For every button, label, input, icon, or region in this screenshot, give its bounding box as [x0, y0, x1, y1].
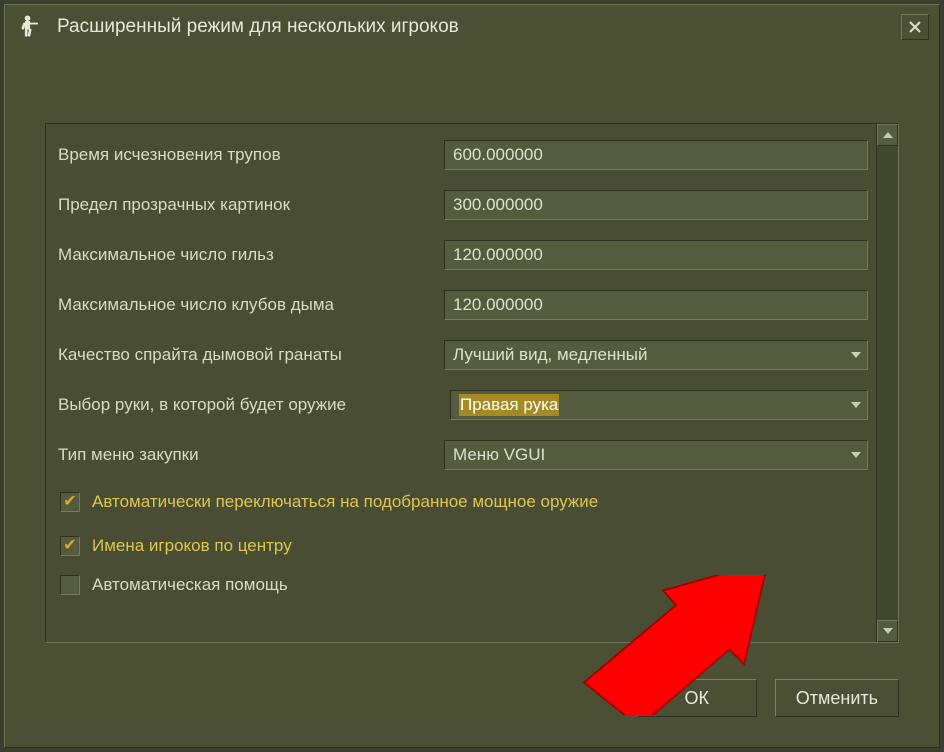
max-shells-input[interactable]	[444, 240, 868, 270]
check-icon: ✔	[63, 538, 76, 554]
scroll-down-button[interactable]	[877, 620, 898, 642]
select-value: Правая рука	[459, 394, 559, 416]
select-value: Лучший вид, медленный	[453, 345, 648, 365]
ok-button[interactable]: ОК	[637, 679, 757, 717]
chevron-down-icon	[851, 352, 861, 358]
setting-row: Максимальное число клубов дыма	[58, 280, 868, 330]
auto-help-checkbox[interactable]: ✔	[60, 575, 80, 595]
checkbox-label[interactable]: Автоматическая помощь	[92, 575, 288, 595]
auto-switch-weapon-checkbox[interactable]: ✔	[60, 492, 80, 512]
scrollbar[interactable]	[876, 124, 898, 642]
chevron-up-icon	[883, 132, 893, 138]
dialog-window: Расширенный режим для нескольких игроков…	[4, 4, 940, 748]
checkbox-row: ✔ Автоматическая помощь	[58, 568, 868, 602]
setting-row: Предел прозрачных картинок	[58, 180, 868, 230]
setting-label: Тип меню закупки	[58, 445, 434, 465]
chevron-down-icon	[851, 452, 861, 458]
setting-row: Время исчезновения трупов	[58, 130, 868, 180]
title-bar: Расширенный режим для нескольких игроков	[5, 5, 939, 45]
window-title: Расширенный режим для нескольких игроков	[57, 16, 901, 38]
setting-label: Предел прозрачных картинок	[58, 195, 434, 215]
setting-label: Максимальное число гильз	[58, 245, 434, 265]
settings-list: Время исчезновения трупов Предел прозрач…	[46, 124, 876, 642]
scroll-track[interactable]	[877, 146, 898, 620]
weapon-hand-select[interactable]: Правая рука	[450, 390, 868, 420]
checkbox-row: ✔ Имена игроков по центру	[58, 524, 868, 568]
setting-row: Максимальное число гильз	[58, 230, 868, 280]
buy-menu-type-select[interactable]: Меню VGUI	[444, 440, 868, 470]
setting-label: Время исчезновения трупов	[58, 145, 434, 165]
setting-row: Тип меню закупки Меню VGUI	[58, 430, 868, 480]
close-button[interactable]	[901, 14, 929, 40]
max-smoke-puffs-input[interactable]	[444, 290, 868, 320]
center-player-names-checkbox[interactable]: ✔	[60, 536, 80, 556]
close-icon	[908, 20, 922, 34]
setting-label: Качество спрайта дымовой гранаты	[58, 345, 434, 365]
check-icon: ✔	[63, 494, 76, 510]
app-icon	[15, 11, 47, 43]
setting-row: Выбор руки, в которой будет оружие Права…	[58, 380, 868, 430]
setting-row: Качество спрайта дымовой гранаты Лучший …	[58, 330, 868, 380]
setting-label: Максимальное число клубов дыма	[58, 295, 434, 315]
scroll-up-button[interactable]	[877, 124, 898, 146]
decal-limit-input[interactable]	[444, 190, 868, 220]
settings-panel: Время исчезновения трупов Предел прозрач…	[45, 123, 899, 643]
chevron-down-icon	[883, 628, 893, 634]
cancel-button[interactable]: Отменить	[775, 679, 899, 717]
select-value: Меню VGUI	[453, 445, 545, 465]
checkbox-label[interactable]: Имена игроков по центру	[92, 536, 292, 556]
checkbox-label[interactable]: Автоматически переключаться на подобранн…	[92, 492, 598, 512]
chevron-down-icon	[851, 402, 861, 408]
checkbox-row: ✔ Автоматически переключаться на подобра…	[58, 480, 868, 524]
corpse-fade-time-input[interactable]	[444, 140, 868, 170]
setting-label: Выбор руки, в которой будет оружие	[58, 395, 440, 415]
smoke-quality-select[interactable]: Лучший вид, медленный	[444, 340, 868, 370]
dialog-footer: ОК Отменить	[637, 679, 899, 717]
